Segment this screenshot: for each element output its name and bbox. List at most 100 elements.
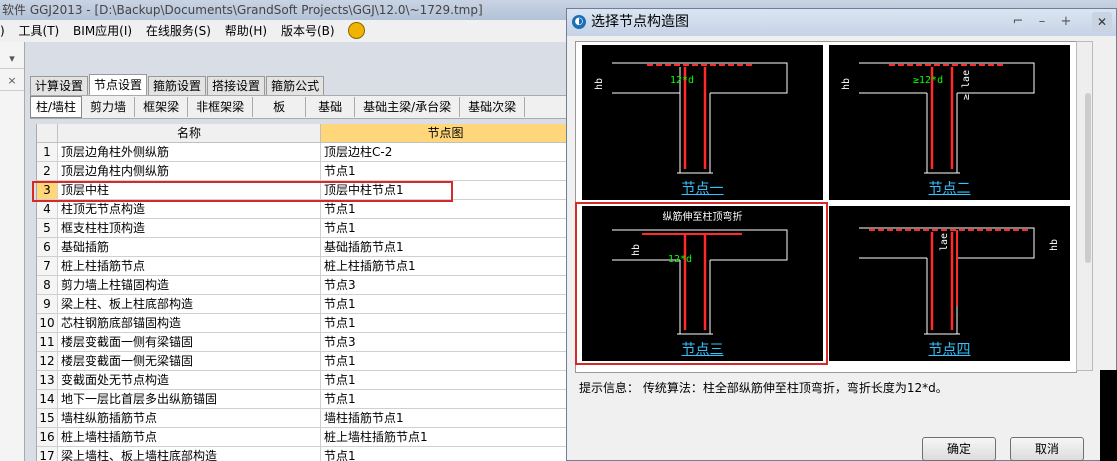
- dialog-title: 选择节点构造图: [591, 14, 689, 30]
- row-name: 梁上墙柱、板上墙柱底部构造: [58, 447, 321, 461]
- cancel-button[interactable]: 取消: [1010, 437, 1084, 461]
- tab-calc-settings[interactable]: 计算设置: [30, 76, 89, 95]
- table-row[interactable]: 13 变截面处无节点构造 节点1: [37, 371, 571, 390]
- subtab-column[interactable]: 柱/墙柱: [30, 96, 83, 118]
- left-tree-panel: ▾ ×: [0, 42, 25, 461]
- selected-row-highlight: [32, 181, 453, 202]
- left-panel-close-icon[interactable]: ×: [0, 72, 24, 91]
- row-number: 5: [37, 219, 58, 238]
- row-node-value[interactable]: 节点3: [321, 276, 571, 295]
- scrollbar-thumb[interactable]: [1085, 93, 1091, 263]
- table-row[interactable]: 15 墙柱纵筋插筋节点 墙柱插筋节点1: [37, 409, 571, 428]
- row-node-value[interactable]: 桩上柱插筋节点1: [321, 257, 571, 276]
- row-number: 14: [37, 390, 58, 409]
- dialog-title-bar: ◐ 选择节点构造图 ⌐ – + ✕: [567, 9, 1116, 36]
- row-number: 16: [37, 428, 58, 447]
- table-row[interactable]: 5 框支柱柱顶构造 节点1: [37, 219, 571, 238]
- menu-bim[interactable]: BIM应用(I): [73, 24, 132, 38]
- row-name: 框支柱柱顶构造: [58, 219, 321, 238]
- subtab-slab[interactable]: 板: [253, 97, 307, 117]
- tab-lap-settings[interactable]: 搭接设置: [207, 76, 266, 95]
- subtab-frame-beam[interactable]: 框架梁: [135, 97, 189, 117]
- row-number: 6: [37, 238, 58, 257]
- table-row[interactable]: 6 基础插筋 基础插筋节点1: [37, 238, 571, 257]
- menu-version[interactable]: 版本号(B): [281, 24, 335, 38]
- tab-stirrup-settings[interactable]: 箍筋设置: [148, 76, 207, 95]
- menu-help[interactable]: 帮助(H): [225, 24, 267, 38]
- helmet-icon[interactable]: [348, 22, 366, 39]
- dimension-label: hb: [1049, 239, 1060, 251]
- menu-icon[interactable]: ⌐: [1009, 13, 1027, 31]
- app-icon: ◐: [572, 15, 586, 29]
- row-number: 9: [37, 295, 58, 314]
- dimension-label: ≥ lae: [961, 70, 972, 100]
- row-node-value[interactable]: 节点1: [321, 200, 571, 219]
- table-row[interactable]: 8 剪力墙上柱锚固构造 节点3: [37, 276, 571, 295]
- table-row[interactable]: 12 楼层变截面一侧无梁锚固 节点1: [37, 352, 571, 371]
- row-node-value[interactable]: 顶层边柱C-2: [321, 143, 571, 162]
- node-option-1[interactable]: hb 12*d 节点一: [582, 45, 823, 200]
- table-row[interactable]: 1 顶层边角柱外侧纵筋 顶层边柱C-2: [37, 143, 571, 162]
- subtab-foundation[interactable]: 基础: [306, 97, 356, 117]
- close-icon[interactable]: ✕: [1092, 12, 1112, 32]
- row-number: 11: [37, 333, 58, 352]
- table-row[interactable]: 11 楼层变截面一侧有梁锚固 节点3: [37, 333, 571, 352]
- row-node-value[interactable]: 节点1: [321, 162, 571, 181]
- subtab-foundation-main-beam[interactable]: 基础主梁/承台梁: [355, 97, 461, 117]
- table-header-name: 名称: [58, 124, 321, 143]
- row-number: 15: [37, 409, 58, 428]
- tab-stirrup-formula[interactable]: 箍筋公式: [266, 76, 325, 95]
- subtab-foundation-secondary-beam[interactable]: 基础次梁: [460, 97, 526, 117]
- row-node-value[interactable]: 基础插筋节点1: [321, 238, 571, 257]
- row-node-value[interactable]: 桩上墙柱插筋节点1: [321, 428, 571, 447]
- node-option-4[interactable]: lae hb 节点四: [829, 206, 1070, 361]
- table-row[interactable]: 16 桩上墙柱插筋节点 桩上墙柱插筋节点1: [37, 428, 571, 447]
- row-node-value[interactable]: 节点1: [321, 314, 571, 333]
- row-node-value[interactable]: 节点1: [321, 447, 571, 461]
- dimension-label: lae: [939, 233, 950, 251]
- table-row[interactable]: 9 梁上柱、板上柱底部构造 节点1: [37, 295, 571, 314]
- dimension-label: hb: [594, 78, 605, 90]
- table-row[interactable]: 2 顶层边角柱内侧纵筋 节点1: [37, 162, 571, 181]
- row-node-value[interactable]: 节点1: [321, 219, 571, 238]
- hint-text: 提示信息： 传统算法：柱全部纵筋伸至柱顶弯折，弯折长度为12*d。: [579, 381, 948, 395]
- minimize-icon[interactable]: –: [1033, 13, 1051, 31]
- menu-tools[interactable]: 工具(T): [19, 24, 60, 38]
- row-number: 1: [37, 143, 58, 162]
- row-name: 顶层边角柱外侧纵筋: [58, 143, 321, 162]
- row-name: 桩上柱插筋节点: [58, 257, 321, 276]
- table-row[interactable]: 7 桩上柱插筋节点 桩上柱插筋节点1: [37, 257, 571, 276]
- row-name: 地下一层比首层多出纵筋锚固: [58, 390, 321, 409]
- tab-node-settings[interactable]: 节点设置: [89, 74, 148, 95]
- ok-button[interactable]: 确定: [922, 437, 996, 461]
- left-panel-dropdown[interactable]: ▾: [0, 50, 24, 69]
- node-caption: 节点四: [928, 342, 971, 358]
- table-row[interactable]: 17 梁上墙柱、板上墙柱底部构造 节点1: [37, 447, 571, 461]
- table-row[interactable]: 4 柱顶无节点构造 节点1: [37, 200, 571, 219]
- maximize-icon[interactable]: +: [1057, 13, 1075, 31]
- subtab-non-frame-beam[interactable]: 非框架梁: [188, 97, 254, 117]
- row-node-value[interactable]: 节点1: [321, 352, 571, 371]
- menu-prefix: ): [0, 24, 5, 38]
- row-name: 芯柱钢筋底部锚固构造: [58, 314, 321, 333]
- row-number: 12: [37, 352, 58, 371]
- row-number: 13: [37, 371, 58, 390]
- diagram-shape: [859, 62, 1035, 94]
- row-number: 10: [37, 314, 58, 333]
- component-subtabs: 柱/墙柱 剪力墙 框架梁 非框架梁板基础 基础主梁/承台梁 基础次梁: [30, 95, 570, 119]
- row-node-value[interactable]: 节点3: [321, 333, 571, 352]
- table-row[interactable]: 14 地下一层比首层多出纵筋锚固 节点1: [37, 390, 571, 409]
- row-node-value[interactable]: 节点1: [321, 295, 571, 314]
- row-number: 17: [37, 447, 58, 461]
- row-node-value[interactable]: 墙柱插筋节点1: [321, 409, 571, 428]
- table-row[interactable]: 10 芯柱钢筋底部锚固构造 节点1: [37, 314, 571, 333]
- row-node-value[interactable]: 节点1: [321, 371, 571, 390]
- subtab-shear-wall[interactable]: 剪力墙: [82, 97, 136, 117]
- settings-tabs: 计算设置 节点设置 箍筋设置 搭接设置 箍筋公式: [30, 74, 325, 95]
- node-option-2[interactable]: hb ≥12*d ≥ lae 节点二: [829, 45, 1070, 200]
- dimension-label: ≥12*d: [913, 75, 943, 86]
- node-caption: 节点一: [681, 181, 724, 197]
- row-node-value[interactable]: 节点1: [321, 390, 571, 409]
- row-name: 楼层变截面一侧有梁锚固: [58, 333, 321, 352]
- menu-online[interactable]: 在线服务(S): [146, 24, 211, 38]
